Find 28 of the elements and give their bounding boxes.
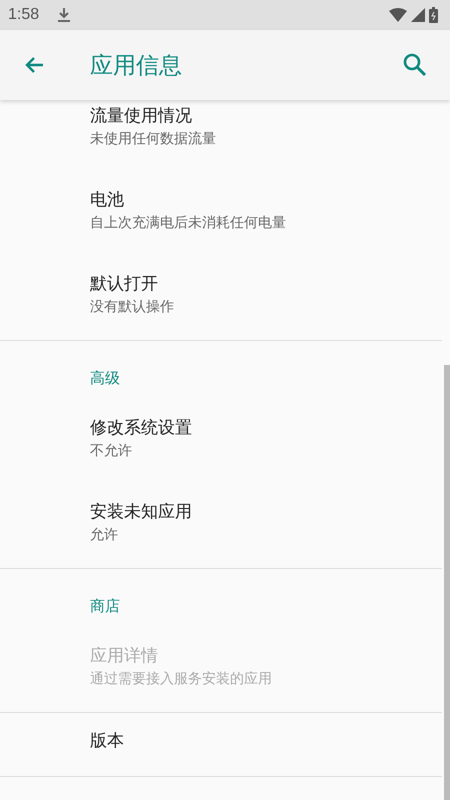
item-summary: 未使用任何数据流量 xyxy=(90,130,217,148)
item-summary: 允许 xyxy=(90,526,119,544)
battery-icon xyxy=(429,7,438,23)
settings-item[interactable]: 默认打开 没有默认操作 xyxy=(0,256,442,340)
item-title: 应用详情 xyxy=(90,645,159,667)
page-title: 应用信息 xyxy=(89,52,183,80)
settings-item[interactable]: 电池 自上次充满电后未消耗任何电量 xyxy=(0,172,442,256)
download-icon xyxy=(57,7,72,23)
item-title: 修改系统设置 xyxy=(90,417,193,439)
section-header: 高级 xyxy=(89,368,121,389)
settings-item[interactable]: 安装未知应用 允许 xyxy=(0,484,442,568)
settings-item[interactable]: 流量使用情况 未使用任何数据流量 xyxy=(0,100,442,172)
clock: 1:58 xyxy=(8,6,40,24)
item-summary: 没有默认操作 xyxy=(90,298,175,316)
settings-item[interactable]: 修改系统设置 不允许 xyxy=(0,400,442,484)
wifi-icon xyxy=(389,8,407,22)
settings-item[interactable]: 版本 xyxy=(0,713,442,776)
item-title: 版本 xyxy=(90,730,125,752)
section-header: 商店 xyxy=(89,596,121,617)
signal-icon xyxy=(411,8,425,22)
item-summary: 通过需要接入服务安装的应用 xyxy=(90,670,273,688)
item-title: 电池 xyxy=(90,189,125,211)
item-title: 默认打开 xyxy=(90,273,159,295)
item-summary: 不允许 xyxy=(90,442,133,460)
item-title: 流量使用情况 xyxy=(90,105,193,127)
search-icon xyxy=(402,52,428,78)
item-summary: 自上次充满电后未消耗任何电量 xyxy=(90,214,287,232)
item-title: 安装未知应用 xyxy=(90,501,193,523)
